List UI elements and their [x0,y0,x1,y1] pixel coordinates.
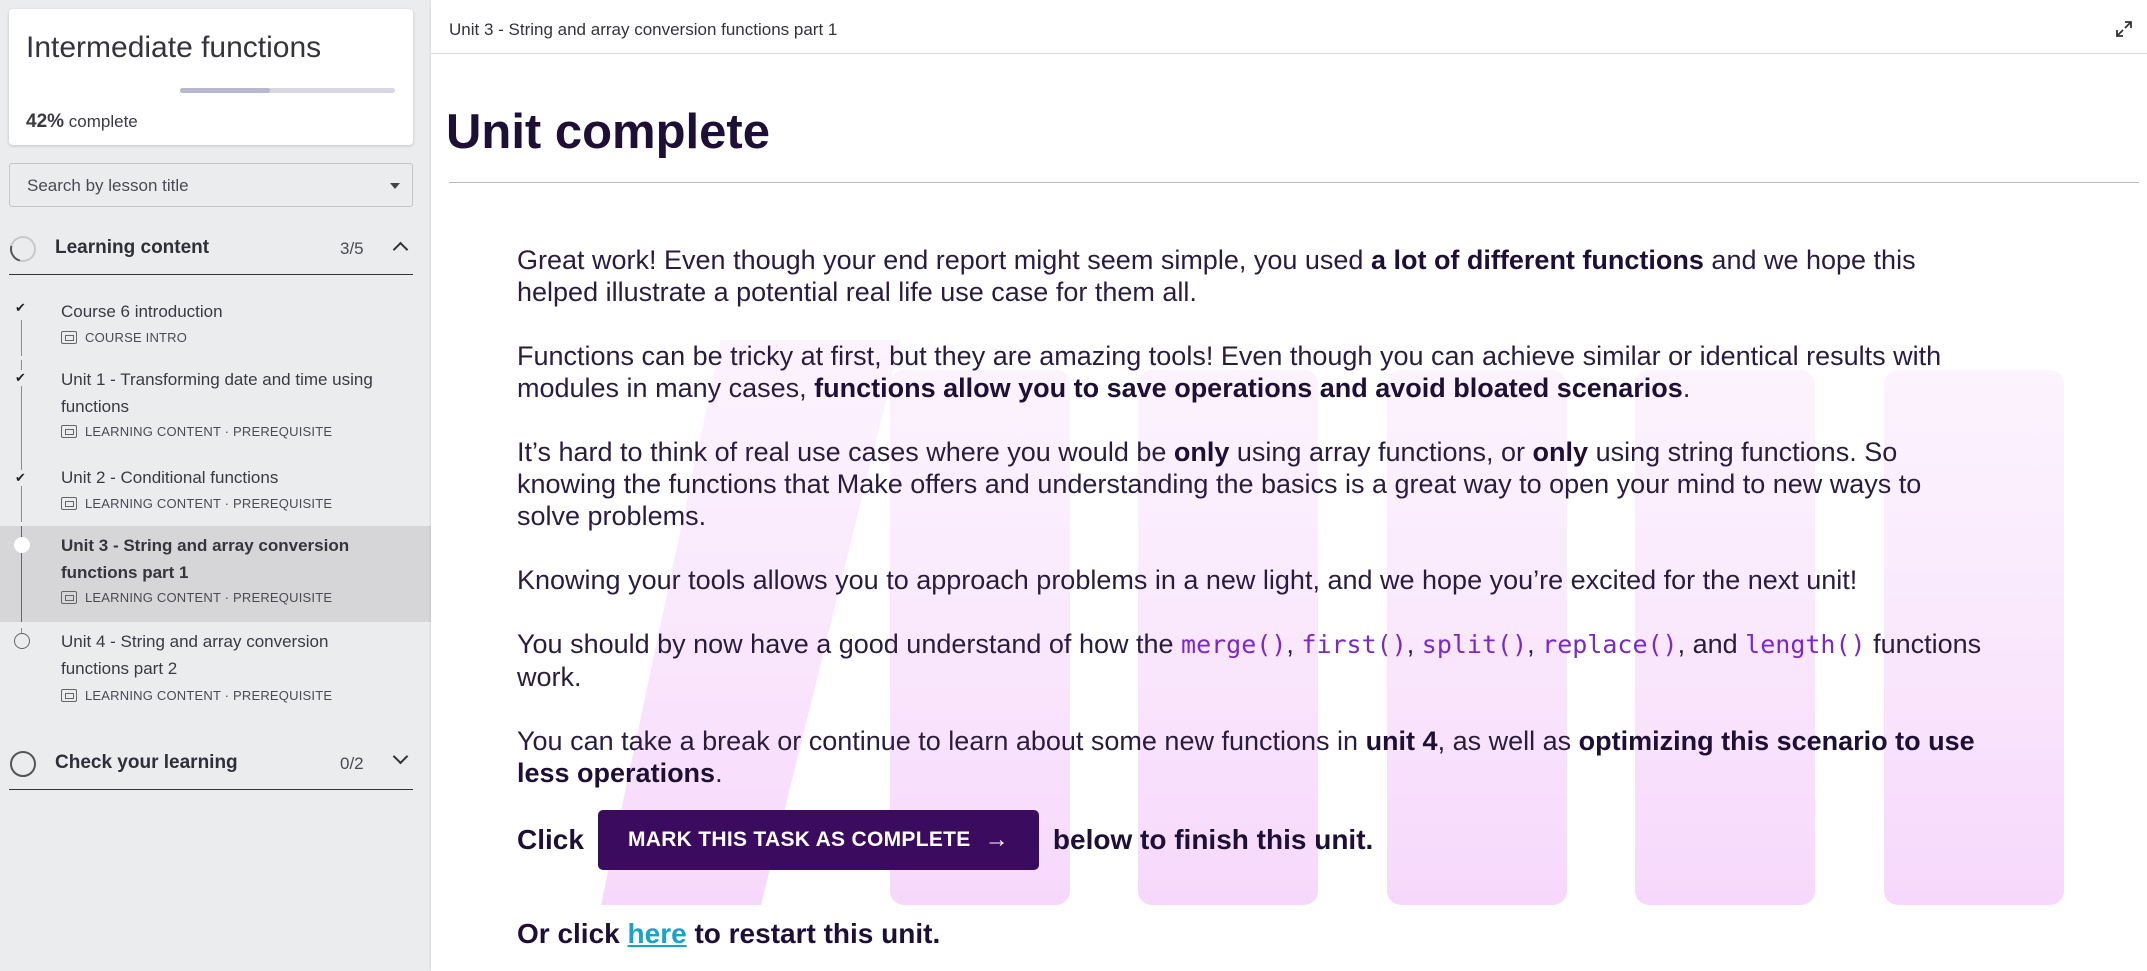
progress-ring-icon [10,751,36,777]
paragraph: It’s hard to think of real use cases whe… [517,437,1922,531]
section-count: 3/5 [340,239,364,258]
code-replace: replace() [1542,630,1678,659]
course-sidebar: Intermediate functions 42% complete Sear… [0,0,431,971]
code-length: length() [1745,630,1866,659]
lesson-content-icon [61,591,77,604]
section-learning-content[interactable]: Learning content 3/5 [5,220,413,275]
progress-percent: 42% [26,111,65,132]
lesson-title: Unit 3 - String and array conversion fun… [61,536,350,582]
incomplete-circle-icon [14,633,30,649]
course-progress-card: Intermediate functions 42% complete [9,9,413,145]
course-intro-icon [61,331,77,344]
lesson-meta: COURSE INTRO [61,330,187,345]
paragraph: Functions can be tricky at first, but th… [517,341,1942,403]
lesson-content-icon [61,689,77,702]
lesson-topbar: Unit 3 - String and array conversion fun… [431,8,2147,54]
lesson-item-current[interactable]: Unit 3 - String and array conversion fun… [0,526,431,622]
section-count: 0/2 [340,754,364,773]
page-title: Unit complete [446,105,770,159]
section-label: Learning content [55,237,210,258]
mark-complete-button[interactable]: MARK THIS TASK AS COMPLETE → [597,810,1039,870]
paragraph: Great work! Even though your end report … [517,245,1916,307]
code-first: first() [1301,630,1407,659]
chevron-up-icon[interactable] [392,241,409,260]
lesson-title: Unit 2 - Conditional functions [61,468,279,487]
lesson-title: Unit 1 - Transforming date and time usin… [61,370,373,416]
progress-suffix: complete [68,112,138,131]
progress-bar-fill [180,88,271,93]
paragraph: You should by now have a good understand… [517,629,1982,692]
arrow-right-icon: → [984,826,1009,853]
current-lesson-dot-icon [14,537,30,553]
code-merge: merge() [1181,630,1287,659]
lesson-search-dropdown[interactable]: Search by lesson title [9,163,413,207]
lesson-item[interactable]: ✔ Course 6 introduction COURSE INTRO [0,290,431,356]
restart-line: Or click here to restart this unit. [517,918,941,949]
lesson-content-area: Unit 3 - String and array conversion fun… [431,0,2147,971]
section-check-your-learning[interactable]: Check your learning 0/2 [9,735,413,790]
divider [449,182,2139,183]
progress-ring-icon [5,231,41,267]
cta-row: Click MARK THIS TASK AS COMPLETE → below… [517,810,1373,870]
check-icon: ✔ [15,300,26,315]
lesson-title: Unit 4 - String and array conversion fun… [61,632,329,678]
lesson-meta: LEARNING CONTENT · PREREQUISITE [61,590,332,605]
restart-link[interactable]: here [628,918,687,949]
section-label: Check your learning [55,752,238,773]
lesson-content-icon [61,425,77,438]
progress-bar [180,88,395,93]
button-label: MARK THIS TASK AS COMPLETE [627,828,971,851]
breadcrumb: Unit 3 - String and array conversion fun… [449,20,838,39]
course-title: Intermediate functions [26,31,322,64]
paragraph: You can take a break or continue to lear… [517,726,1975,788]
code-split: split() [1421,630,1528,659]
check-icon: ✔ [15,470,26,486]
lesson-body: Great work! Even though your end report … [517,244,1987,821]
expand-icon[interactable] [2115,20,2133,38]
lesson-meta: LEARNING CONTENT · PREREQUISITE [61,688,332,703]
chevron-down-icon[interactable] [392,748,409,767]
check-icon: ✔ [15,370,26,386]
lesson-meta: LEARNING CONTENT · PREREQUISITE [61,424,332,439]
caret-down-icon [390,183,400,189]
lesson-meta: LEARNING CONTENT · PREREQUISITE [61,496,332,511]
lesson-content-icon [61,497,77,510]
cta-before: Click [517,824,584,855]
lesson-title: Course 6 introduction [61,302,223,321]
lesson-item[interactable]: ✔ Unit 2 - Conditional functions LEARNIN… [0,460,431,522]
progress-text: 42% complete [26,111,138,133]
lesson-item[interactable]: Unit 4 - String and array conversion fun… [0,628,431,718]
search-placeholder: Search by lesson title [27,176,189,195]
cta-after: below to finish this unit. [1052,824,1374,855]
lesson-item[interactable]: ✔ Unit 1 - Transforming date and time us… [0,360,431,472]
paragraph: Knowing your tools allows you to approac… [517,565,1858,595]
